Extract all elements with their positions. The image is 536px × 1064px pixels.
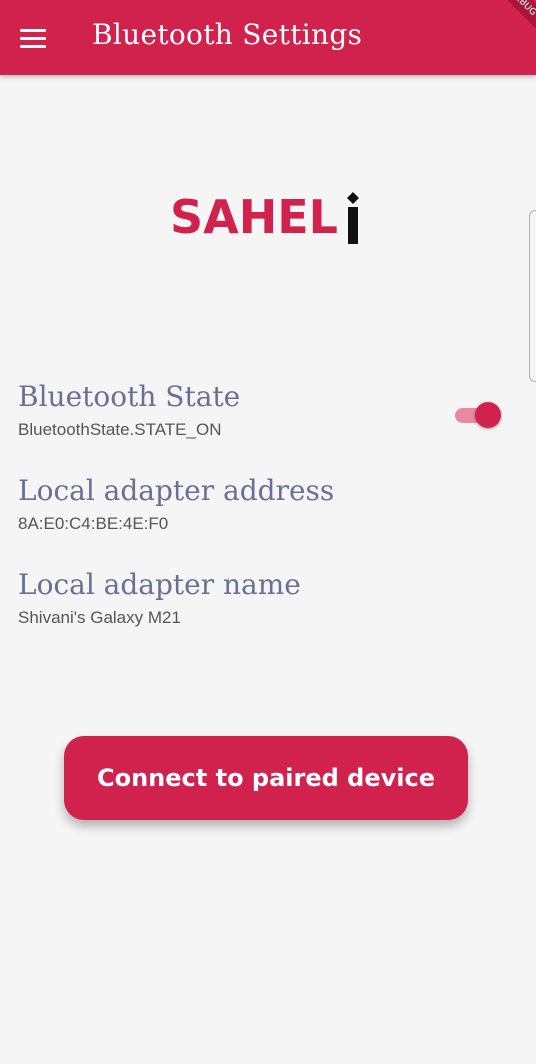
debug-banner: DEBUG [491,0,536,35]
bluetooth-state-value: BluetoothState.STATE_ON [18,420,222,439]
page-title: Bluetooth Settings [92,18,363,51]
bluetooth-toggle[interactable] [455,400,503,430]
toggle-thumb [475,402,501,428]
connect-paired-device-button[interactable]: Connect to paired device [64,736,468,820]
saheli-logo: SAHEL [170,190,359,250]
bluetooth-state-title: Bluetooth State [18,380,241,413]
adapter-name-title: Local adapter name [18,568,301,601]
app-bar: Bluetooth Settings DEBUG [0,0,536,75]
adapter-address-title: Local adapter address [18,474,335,507]
edge-panel-handle[interactable] [529,210,536,382]
logo-text: SAHEL [170,190,338,244]
adapter-name-value: Shivani's Galaxy M21 [18,608,181,627]
logo-i-glyph [347,192,359,244]
adapter-address-value: 8A:E0:C4:BE:4E:F0 [18,514,169,533]
hamburger-menu-icon[interactable] [20,29,46,49]
